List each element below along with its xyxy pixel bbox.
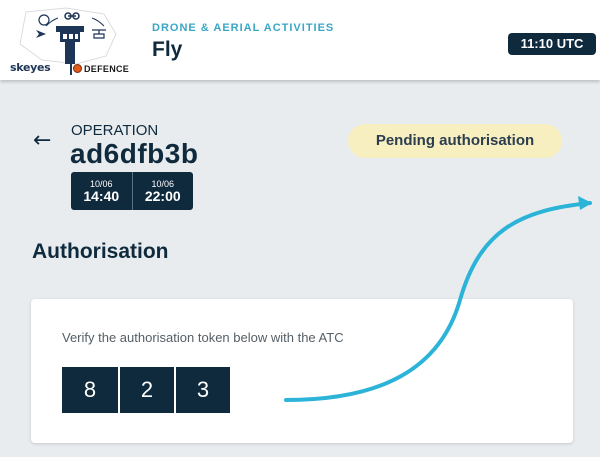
end-time: 10/06 22:00 — [131, 172, 194, 210]
app-header: skeyes DEFENCE DRONE & AERIAL ACTIVITIES… — [0, 0, 600, 80]
back-arrow-icon[interactable]: ← — [33, 128, 51, 153]
arrow-head-icon — [578, 196, 592, 210]
end-hour: 22:00 — [144, 187, 181, 204]
operation-id: ad6dfb3b — [70, 138, 199, 169]
operation-time-range: 10/06 14:40 10/06 22:00 — [71, 172, 193, 210]
section-title-authorisation: Authorisation — [32, 240, 169, 263]
logo-divider — [70, 62, 72, 75]
token-digit: 3 — [174, 367, 230, 413]
token-digit: 8 — [62, 367, 118, 413]
token-instruction: Verify the authorisation token below wit… — [62, 330, 344, 345]
start-hour: 14:40 — [83, 187, 120, 204]
end-date: 10/06 — [151, 178, 175, 189]
operation-label: OPERATION — [71, 122, 159, 139]
skeyes-logo-text: skeyes — [10, 61, 51, 74]
start-date: 10/06 — [89, 178, 113, 189]
skeyes-defence-logo: skeyes DEFENCE — [6, 4, 151, 78]
utc-clock-badge: 11:10 UTC — [508, 33, 596, 55]
app-subtitle: DRONE & AERIAL ACTIVITIES — [152, 22, 335, 34]
defence-roundel-icon — [73, 64, 82, 73]
app-title: Fly — [152, 38, 183, 61]
authorisation-card: Verify the authorisation token below wit… — [31, 299, 573, 443]
start-time: 10/06 14:40 — [71, 172, 132, 210]
defence-logo-text: DEFENCE — [84, 64, 130, 74]
status-badge: Pending authorisation — [348, 124, 562, 158]
authorisation-token: 8 2 3 — [62, 367, 230, 413]
token-digit: 2 — [118, 367, 174, 413]
